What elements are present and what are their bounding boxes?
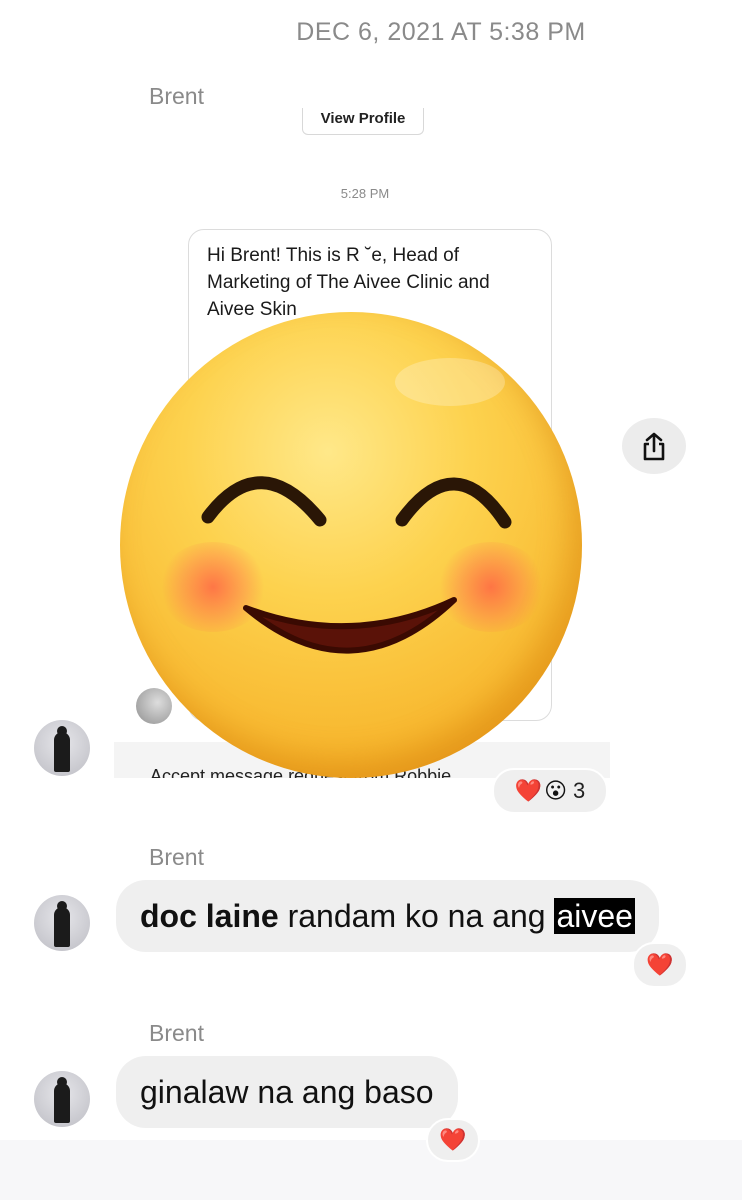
message-reaction[interactable]: ❤️ xyxy=(632,942,688,988)
emoji-face-features xyxy=(201,358,512,654)
smiling-face-with-smiling-eyes-icon xyxy=(120,312,582,778)
message-reaction[interactable]: ❤️ xyxy=(426,1118,480,1162)
avatar[interactable] xyxy=(34,720,90,776)
share-icon xyxy=(643,432,665,461)
avatar[interactable] xyxy=(34,895,90,951)
heart-reaction-icon: ❤️ xyxy=(439,1127,467,1152)
message-bubble[interactable]: doc laine randam ko na ang aivee xyxy=(116,880,659,952)
message-reactions[interactable]: ❤️ 😮 3 xyxy=(492,768,608,814)
card-message-line: Marketing of The Aivee Clinic and xyxy=(207,272,490,293)
sender-name: Brent xyxy=(149,844,204,870)
heart-reaction-icon: ❤️ xyxy=(646,952,674,977)
card-timestamp: 5:28 PM xyxy=(340,186,390,201)
avatar[interactable] xyxy=(34,1071,90,1127)
share-button[interactable] xyxy=(622,418,686,474)
conversation-timestamp: DEC 6, 2021 AT 5:38 PM xyxy=(296,18,586,46)
message-text: randam ko na ang xyxy=(278,898,555,934)
view-profile-button[interactable]: View Profile xyxy=(302,108,424,135)
card-message-text: Hi Brent! This is R ˘е, Head of Marketin… xyxy=(207,242,537,323)
sender-name: Brent xyxy=(149,83,204,109)
heart-reaction-icon: ❤️ xyxy=(514,778,543,803)
highlighted-text: aivee xyxy=(554,898,635,934)
surprised-reaction-icon: 😮 xyxy=(544,778,568,803)
card-message-line: Hi Brent! This is R ˘е, Head of xyxy=(207,245,460,266)
message-bold-text: doc laine xyxy=(140,898,279,934)
reaction-count: 3 xyxy=(573,778,586,803)
sender-name: Brent xyxy=(149,1020,204,1046)
composer-area xyxy=(0,1140,742,1200)
message-bubble[interactable]: ginalaw na ang baso xyxy=(116,1056,458,1128)
